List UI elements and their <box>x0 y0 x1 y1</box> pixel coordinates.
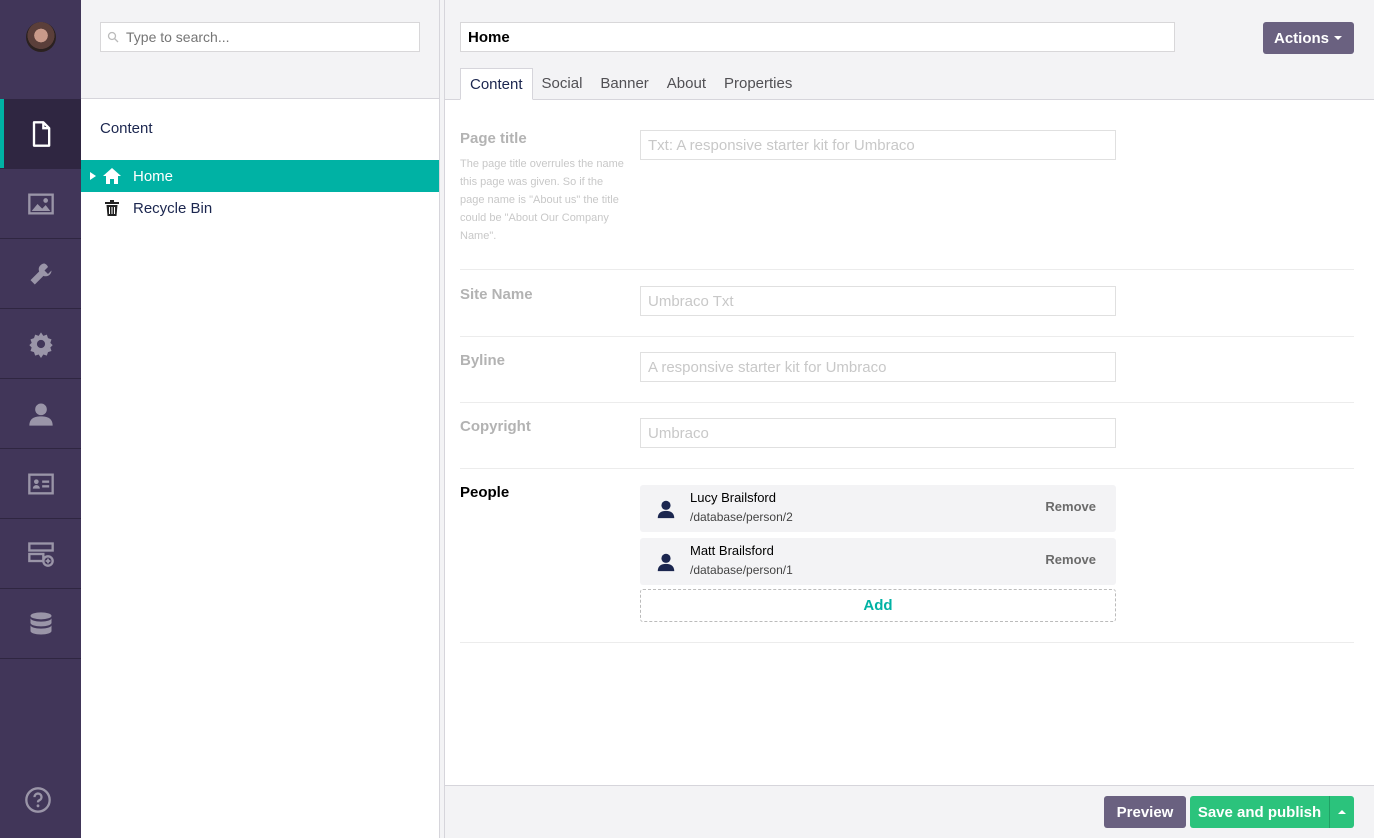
user-icon <box>657 553 675 572</box>
tab-social[interactable]: Social <box>533 68 592 100</box>
site-name-input[interactable]: Umbraco Txt <box>640 286 1116 316</box>
tab-banner[interactable]: Banner <box>591 68 657 100</box>
copyright-input[interactable]: Umbraco <box>640 418 1116 448</box>
tree-title: Content <box>100 120 153 137</box>
tab-content[interactable]: Content <box>460 68 533 100</box>
tree-node-label: Home <box>133 167 174 185</box>
page-title-placeholder: Txt: A responsive starter kit for Umbrac… <box>648 136 915 154</box>
divider <box>460 336 1354 337</box>
caret-up-icon <box>1338 810 1346 814</box>
person-path: /database/person/2 <box>690 510 793 524</box>
divider <box>460 642 1354 643</box>
page-title-description: The page title overrules the name this p… <box>460 158 624 242</box>
people-label: People <box>460 484 510 501</box>
add-person-button[interactable]: Add <box>640 589 1116 622</box>
expand-caret-icon[interactable] <box>81 172 99 180</box>
document-icon <box>32 120 50 147</box>
byline-input[interactable]: A responsive starter kit for Umbraco <box>640 352 1116 382</box>
section-rail <box>0 0 81 838</box>
remove-button[interactable]: Remove <box>1045 552 1096 567</box>
tree-node-label: Recycle Bin <box>133 199 213 217</box>
node-name-input[interactable] <box>460 22 1175 52</box>
site-name-placeholder: Umbraco Txt <box>648 292 734 310</box>
tree-header <box>81 0 439 99</box>
content-editor: Actions Content Social Banner About Prop… <box>445 0 1374 838</box>
page-title-label: Page title <box>460 130 527 147</box>
avatar-area <box>0 0 81 99</box>
copyright-placeholder: Umbraco <box>648 424 709 442</box>
user-icon <box>28 403 53 426</box>
wrench-icon <box>30 263 51 284</box>
section-media[interactable] <box>0 169 81 239</box>
section-developer[interactable] <box>0 309 81 379</box>
editor-header: Actions Content Social Banner About Prop… <box>445 0 1374 100</box>
user-avatar[interactable] <box>25 22 56 52</box>
person-name[interactable]: Matt Brailsford <box>690 543 774 558</box>
copyright-label: Copyright <box>460 418 531 435</box>
tree-node-home[interactable]: Home <box>81 160 439 192</box>
tab-properties[interactable]: Properties <box>715 68 801 100</box>
section-members[interactable] <box>0 449 81 519</box>
caret-down-icon <box>1334 36 1342 40</box>
search-input[interactable] <box>126 29 406 45</box>
tab-about[interactable]: About <box>658 68 715 100</box>
save-and-publish-button[interactable]: Save and publish <box>1190 796 1329 828</box>
person-item: Matt Brailsford /database/person/1 Remov… <box>640 538 1116 585</box>
image-icon <box>27 193 54 214</box>
form-add-icon <box>27 541 54 567</box>
preview-button[interactable]: Preview <box>1104 796 1186 828</box>
home-icon <box>101 166 123 186</box>
divider <box>460 269 1354 270</box>
tree-search[interactable] <box>100 22 420 52</box>
editor-tabs: Content Social Banner About Properties <box>460 68 801 100</box>
actions-button[interactable]: Actions <box>1263 22 1354 54</box>
divider <box>460 468 1354 469</box>
search-icon <box>107 31 119 43</box>
byline-label: Byline <box>460 352 506 369</box>
actions-label: Actions <box>1273 29 1329 47</box>
tree-panel: Content Home Recycle Bin <box>81 0 439 838</box>
section-users[interactable] <box>0 379 81 449</box>
section-database[interactable] <box>0 589 81 659</box>
tree-node-recycle-bin[interactable]: Recycle Bin <box>81 192 439 224</box>
person-item: Lucy Brailsford /database/person/2 Remov… <box>640 485 1116 532</box>
database-icon <box>30 611 51 634</box>
person-name[interactable]: Lucy Brailsford <box>690 490 776 505</box>
trash-icon <box>101 198 123 218</box>
id-card-icon <box>27 473 54 494</box>
help-icon[interactable] <box>24 786 52 814</box>
editor-footer: Preview Save and publish <box>445 785 1374 838</box>
section-settings[interactable] <box>0 239 81 309</box>
section-content[interactable] <box>0 99 81 169</box>
gear-icon <box>28 331 53 358</box>
byline-placeholder: A responsive starter kit for Umbraco <box>648 358 887 376</box>
site-name-label: Site Name <box>460 286 533 303</box>
publish-options-button[interactable] <box>1329 796 1354 828</box>
remove-button[interactable]: Remove <box>1045 499 1096 514</box>
divider <box>460 402 1354 403</box>
page-title-input[interactable]: Txt: A responsive starter kit for Umbrac… <box>640 130 1116 160</box>
person-path: /database/person/1 <box>690 563 793 577</box>
user-icon <box>657 500 675 519</box>
section-forms[interactable] <box>0 519 81 589</box>
